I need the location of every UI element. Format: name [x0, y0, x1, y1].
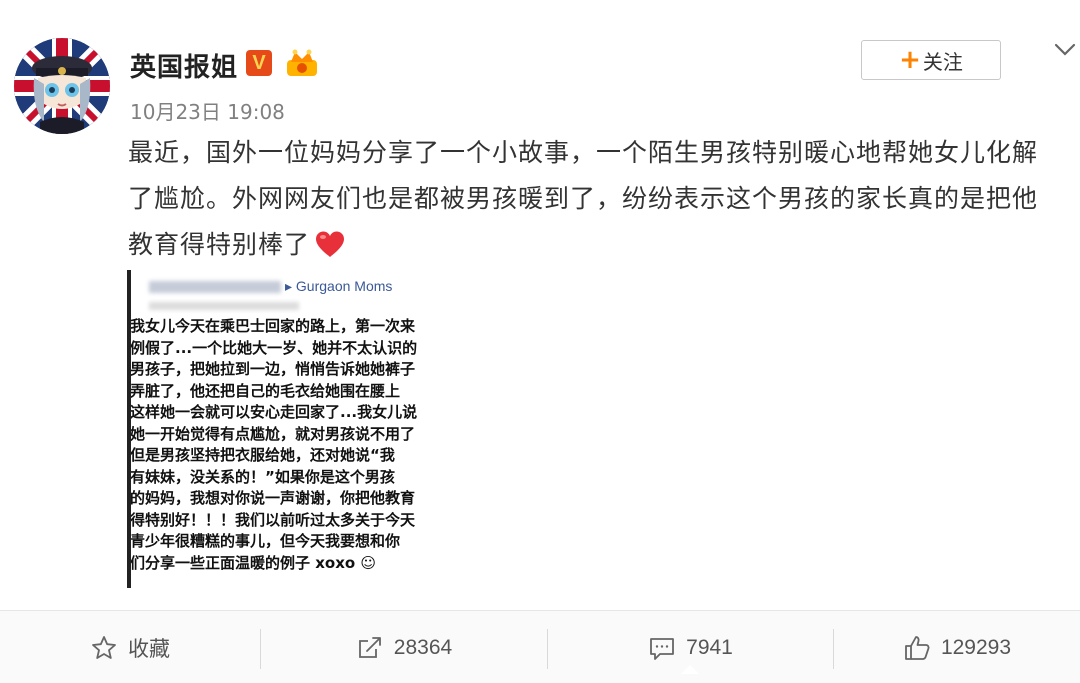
comment-icon	[650, 637, 675, 660]
crown-badge-icon	[287, 49, 317, 76]
embedded-line: 有妹妹，没关系的！”如果你是这个男孩	[130, 467, 395, 486]
post-text-line: 了尴尬。外网网友们也是都被男孩暖到了，纷纷表示这个男孩的家长真的是把他	[128, 184, 1039, 213]
embedded-header: ▸ Gurgaon Moms	[149, 278, 392, 300]
group-name: Gurgaon Moms	[295, 278, 393, 294]
favorite-button[interactable]: 收藏	[0, 611, 260, 683]
post-timestamp[interactable]: 10月23日 19:08	[130, 96, 285, 125]
embedded-line: 的妈妈，我想对你说一声谢谢，你把他教育	[130, 489, 416, 507]
avatar[interactable]	[14, 38, 110, 134]
chevron-down-icon[interactable]	[1050, 34, 1080, 64]
repost-count: 28364	[393, 635, 453, 659]
author-name[interactable]: 英国报姐	[130, 47, 238, 84]
embedded-line: 她一开始觉得有点尴尬，就对男孩说不用了	[130, 424, 416, 443]
blurred-meta	[149, 302, 299, 310]
embedded-line: 们分享一些正面温暖的例子 xoxo ☺	[130, 553, 377, 572]
embedded-text: 我女儿今天在乘巴士回家的路上，第一次来 例假了...一个比她大一岁、她并不太认识…	[130, 316, 447, 574]
like-button[interactable]: 129293	[834, 611, 1080, 683]
embedded-line: 男孩子，把她拉到一边，悄悄告诉她她裤子	[130, 360, 416, 378]
heart-icon	[316, 231, 345, 257]
comment-count: 7941	[686, 635, 733, 659]
thumbs-up-icon	[905, 635, 930, 660]
comment-pointer	[681, 665, 699, 674]
post-text-line: 最近，国外一位妈妈分享了一个小故事，一个陌生男孩特别暖心地帮她女儿化解	[128, 138, 1039, 167]
like-count: 129293	[940, 635, 1012, 659]
repost-button[interactable]: 28364	[261, 611, 547, 683]
share-icon	[358, 636, 381, 658]
action-bar: 收藏 28364 7941 129293	[0, 610, 1080, 683]
embedded-line: 青少年很糟糕的事儿，但今天我要想和你	[130, 532, 401, 550]
group-separator: ▸	[285, 278, 293, 294]
verified-v-icon: V	[246, 50, 272, 76]
embedded-line: 得特别好！！！我们以前听过太多关于今天	[130, 510, 416, 529]
embedded-line: 我女儿今天在乘巴士回家的路上，第一次来	[130, 317, 416, 335]
blurred-author-name	[149, 281, 281, 294]
embedded-line: 但是男孩坚持把衣服给她，还对她说“我	[130, 446, 395, 464]
plus-icon: +	[899, 45, 921, 75]
follow-button[interactable]: + 关注	[861, 40, 1001, 80]
post-text-line-last: 教育得特别棒了	[128, 222, 1068, 268]
favorite-label: 收藏	[128, 637, 170, 661]
embedded-line: 这样她一会就可以安心走回家了...我女儿说	[130, 403, 418, 421]
embedded-image[interactable]: ▸ Gurgaon Moms 我女儿今天在乘巴士回家的路上，第一次来 例假了..…	[127, 270, 447, 588]
follow-label: 关注	[922, 49, 963, 74]
star-icon	[92, 635, 116, 659]
embedded-line: 弄脏了，他还把自己的毛衣给她围在腰上	[130, 381, 401, 400]
embedded-line: 例假了...一个比她大一岁、她并不太认识的	[130, 338, 418, 357]
weibo-post: 英国报姐 V 10月23日 19:08 + 关注 最近，国外一位妈妈分享了一个小…	[0, 0, 1080, 683]
post-text-line: 教育得特别棒了	[128, 230, 311, 259]
avatar-image	[14, 38, 110, 134]
post-text: 最近，国外一位妈妈分享了一个小故事，一个陌生男孩特别暖心地帮她女儿化解 了尴尬。…	[128, 130, 1068, 268]
